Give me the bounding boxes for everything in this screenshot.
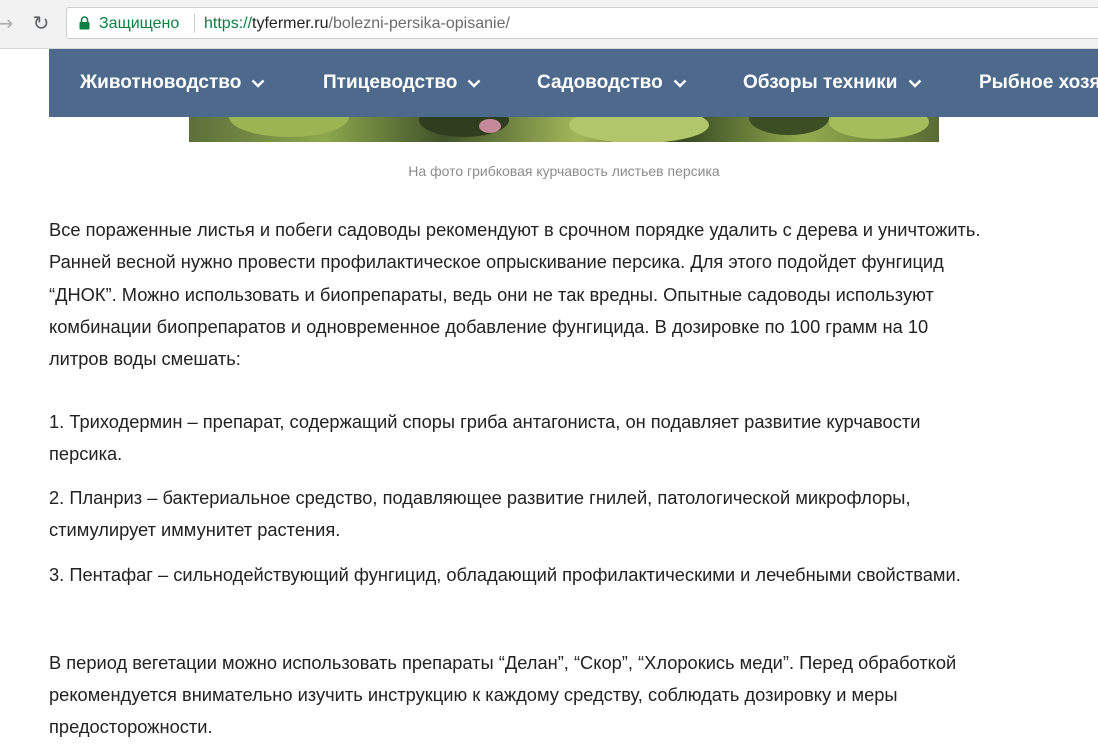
nav-item-fish-farming[interactable]: Рыбное хозя xyxy=(979,49,1098,117)
chevron-down-icon xyxy=(468,79,481,88)
paragraph-line: “ДНОК”. Можно использовать и биопрепарат… xyxy=(49,284,934,305)
list-item-line: персика. xyxy=(49,443,123,464)
photo-leaf xyxy=(229,117,349,137)
lock-icon xyxy=(79,16,90,30)
nav-item-gardening[interactable]: Садоводство xyxy=(537,49,687,117)
nav-item-poultry[interactable]: Птицеводство xyxy=(323,49,481,117)
photo-leaf xyxy=(749,117,829,135)
list-item-line: 1. Триходермин – препарат, содержащий сп… xyxy=(49,411,921,432)
nav-item-label: Животноводство xyxy=(80,72,242,93)
url-host: tyfermer.ru xyxy=(252,15,329,32)
paragraph-line: В период вегетации можно использовать пр… xyxy=(49,652,957,673)
nav-item-label: Рыбное хозя xyxy=(979,72,1098,93)
browser-toolbar: → ↻ Защищено https://tyfermer.ru/bolezni… xyxy=(0,0,1098,49)
list-item-line: стимулирует иммунитет растения. xyxy=(49,519,341,540)
url-path: /bolezni-persika-opisanie/ xyxy=(328,15,510,32)
chevron-down-icon xyxy=(908,79,921,88)
secure-label: Защищено xyxy=(99,15,180,32)
address-bar[interactable]: Защищено https://tyfermer.ru/bolezni-per… xyxy=(66,7,1098,39)
peach-leaf-curl-photo xyxy=(189,117,939,142)
nav-item-animal-husbandry[interactable]: Животноводство xyxy=(80,49,265,117)
photo-caption: На фото грибковая курчавость листьев пер… xyxy=(408,163,720,179)
site-navigation: Животноводство Птицеводство Садоводство … xyxy=(49,49,1098,117)
list-item-line: 2. Планриз – бактериальное средство, под… xyxy=(49,487,911,508)
photo-leaf xyxy=(829,117,929,139)
nav-item-label: Птицеводство xyxy=(323,72,458,93)
url-scheme: https:// xyxy=(204,15,253,32)
paragraph-line: литров воды смешать: xyxy=(49,348,241,369)
list-item-line: 3. Пентафаг – сильнодействующий фунгицид… xyxy=(49,564,961,585)
photo-leaf xyxy=(569,117,709,142)
nav-item-machinery-reviews[interactable]: Обзоры техники xyxy=(743,49,922,117)
url-text[interactable]: https://tyfermer.ru/bolezni-persika-opis… xyxy=(204,15,510,33)
paragraph-line: рекомендуется внимательно изучить инстру… xyxy=(49,684,898,705)
address-divider xyxy=(194,14,195,33)
chevron-down-icon xyxy=(673,79,687,88)
paragraph-line: предосторожности. xyxy=(49,716,213,737)
nav-item-label: Обзоры техники xyxy=(743,72,898,93)
nav-item-label: Садоводство xyxy=(537,72,663,93)
paragraph-line: Ранней весной нужно провести профилактич… xyxy=(49,251,944,272)
reload-icon[interactable]: ↻ xyxy=(30,11,52,35)
photo-leaf xyxy=(479,119,501,133)
paragraph-line: Все пораженные листья и побеги садоводы … xyxy=(49,219,981,240)
paragraph-line: комбинации биопрепаратов и одновременное… xyxy=(49,316,929,337)
chevron-down-icon xyxy=(251,79,265,88)
back-arrow-icon[interactable]: → xyxy=(0,11,16,35)
